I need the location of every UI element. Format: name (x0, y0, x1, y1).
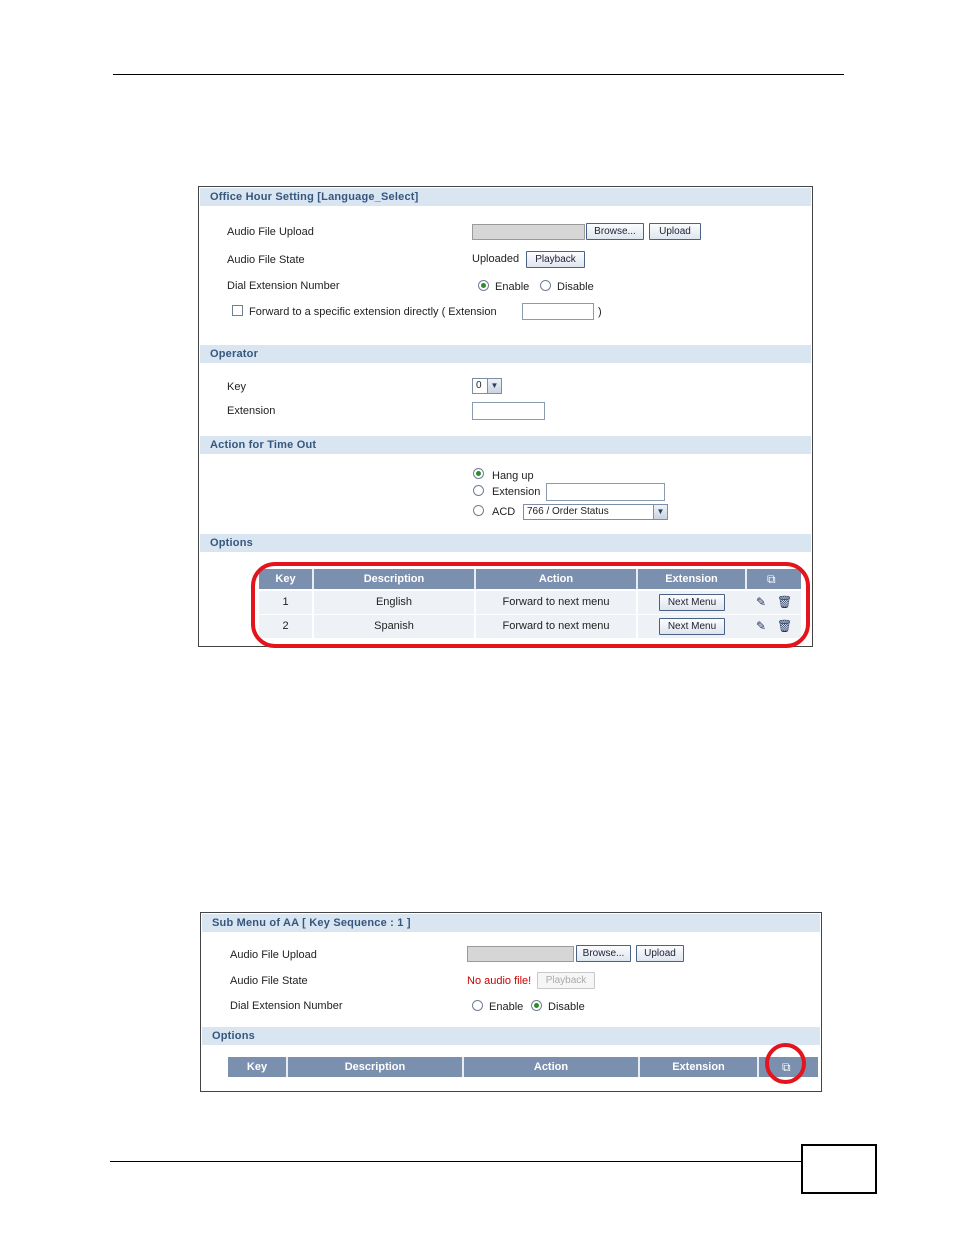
office-hour-title: Office Hour Setting [Language_Select] (200, 188, 811, 206)
table-row: 2 Spanish Forward to next menu Next Menu… (259, 615, 801, 638)
operator-extension-input[interactable] (472, 402, 545, 420)
forward-label: Forward to a specific extension directly… (249, 306, 497, 318)
audio-file-path-field[interactable] (472, 224, 585, 240)
sub-options-section: Options (202, 1027, 820, 1045)
col-action: Action (476, 569, 638, 589)
submenu-panel: Sub Menu of AA [ Key Sequence : 1 ] Audi… (200, 912, 822, 1092)
row-description: English (314, 591, 476, 614)
row-action: Forward to next menu (476, 591, 638, 614)
next-menu-button[interactable]: Next Menu (659, 594, 725, 611)
dial-enable-radio[interactable] (478, 280, 489, 291)
audio-upload-label: Audio File Upload (227, 226, 314, 238)
forward-extension-input[interactable] (522, 303, 594, 320)
audio-state-label: Audio File State (227, 254, 305, 266)
upload-button[interactable]: Upload (649, 223, 701, 240)
footer-rule (110, 1161, 802, 1162)
header-rule (113, 74, 844, 75)
dial-disable-radio[interactable] (540, 280, 551, 291)
operator-key-value: 0 (476, 380, 482, 391)
timeout-extension-radio[interactable] (473, 485, 484, 496)
sub-browse-button[interactable]: Browse... (576, 945, 631, 962)
sub-col-key: Key (228, 1057, 288, 1077)
acd-radio[interactable] (473, 505, 484, 516)
col-description: Description (314, 569, 476, 589)
sub-audio-file-path-field[interactable] (467, 946, 574, 962)
delete-icon[interactable]: 🗑 (777, 620, 792, 632)
operator-key-label: Key (227, 381, 246, 393)
timeout-extension-label: Extension (492, 486, 541, 498)
playback-button[interactable]: Playback (526, 251, 585, 268)
sub-dial-enable-label: Enable (489, 1001, 524, 1013)
forward-close-paren: ) (598, 306, 602, 318)
dial-disable-label: Disable (557, 281, 594, 293)
sub-col-extension: Extension (640, 1057, 759, 1077)
options-table-header: Key Description Action Extension ⧉ (259, 569, 801, 589)
sub-upload-button[interactable]: Upload (636, 945, 684, 962)
acd-select-value: 766 / Order Status (527, 506, 609, 517)
office-hour-panel: Office Hour Setting [Language_Select] Au… (198, 186, 813, 647)
next-menu-button[interactable]: Next Menu (659, 618, 725, 635)
timeout-section: Action for Time Out (200, 436, 811, 454)
add-entry-icon[interactable]: ⧉ (782, 1061, 791, 1073)
row-description: Spanish (314, 615, 476, 638)
dial-enable-label: Enable (495, 281, 530, 293)
operator-key-select[interactable]: 0 ▼ (472, 378, 502, 394)
timeout-extension-input[interactable] (546, 483, 665, 501)
audio-state-value: Uploaded (472, 253, 520, 265)
sub-audio-state-label: Audio File State (230, 975, 308, 987)
delete-icon[interactable]: 🗑 (777, 596, 792, 608)
operator-extension-label: Extension (227, 405, 276, 417)
browse-button[interactable]: Browse... (586, 223, 644, 240)
edit-icon[interactable]: ✎ (756, 596, 766, 608)
chevron-down-icon: ▼ (487, 379, 501, 393)
sub-col-description: Description (288, 1057, 464, 1077)
sub-col-action: Action (464, 1057, 640, 1077)
acd-select[interactable]: 766 / Order Status ▼ (523, 504, 668, 520)
forward-checkbox[interactable] (232, 305, 243, 316)
sub-dial-disable-radio[interactable] (531, 1000, 542, 1011)
acd-label: ACD (492, 506, 516, 518)
sub-dial-disable-label: Disable (548, 1001, 585, 1013)
col-key: Key (259, 569, 314, 589)
add-entry-icon[interactable]: ⧉ (767, 573, 776, 585)
operator-section: Operator (200, 345, 811, 363)
edit-icon[interactable]: ✎ (756, 620, 766, 632)
col-extension: Extension (638, 569, 747, 589)
chevron-down-icon: ▼ (653, 505, 667, 519)
sub-playback-button[interactable]: Playback (537, 972, 595, 989)
row-key: 1 (259, 591, 314, 614)
dial-extension-label: Dial Extension Number (227, 280, 340, 292)
hangup-label: Hang up (492, 470, 534, 482)
sub-dial-extension-label: Dial Extension Number (230, 1000, 343, 1012)
hangup-radio[interactable] (473, 468, 484, 479)
row-action: Forward to next menu (476, 615, 638, 638)
sub-dial-enable-radio[interactable] (472, 1000, 483, 1011)
sub-audio-upload-label: Audio File Upload (230, 949, 317, 961)
sub-options-table-header: Key Description Action Extension ⧉ (228, 1057, 818, 1077)
submenu-title: Sub Menu of AA [ Key Sequence : 1 ] (202, 914, 820, 932)
row-key: 2 (259, 615, 314, 638)
options-section: Options (200, 534, 811, 552)
page-number-box (801, 1144, 877, 1194)
sub-audio-state-value: No audio file! (467, 975, 532, 987)
table-row: 1 English Forward to next menu Next Menu… (259, 591, 801, 614)
